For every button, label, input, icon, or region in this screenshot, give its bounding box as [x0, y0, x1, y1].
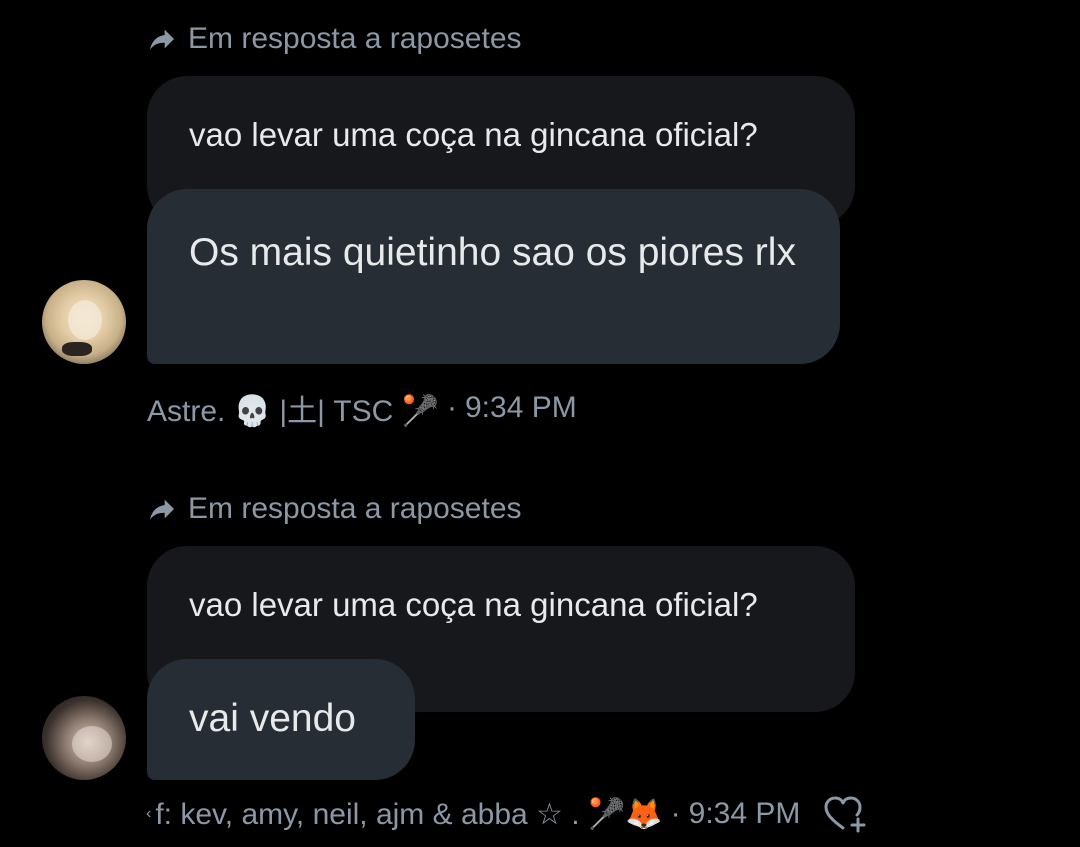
reply-context-label: Em resposta a raposetes [188, 492, 522, 525]
quoted-message-text: vao levar uma coça na gincana oficial? [189, 116, 758, 153]
message-bubble[interactable]: Os mais quietinho sao os piores rlx [147, 189, 840, 364]
sender-name[interactable]: f: kev, amy, neil, ajm & abba ☆ . 🥍🦊 [155, 797, 662, 832]
sender-name[interactable]: Astre. 💀 |土| TSC 🥍 [147, 386, 439, 430]
quoted-message-text: vao levar uma coça na gincana oficial? [189, 586, 758, 623]
meta-separator: · [447, 391, 457, 424]
reply-arrow-icon [146, 493, 178, 525]
author-prefix: ‹ [146, 805, 152, 822]
avatar[interactable] [42, 696, 126, 780]
avatar[interactable] [42, 280, 126, 364]
message-time: 9:34 PM [465, 391, 577, 424]
message-time: 9:34 PM [688, 797, 801, 830]
reply-context-label: Em resposta a raposetes [188, 22, 522, 55]
reply-context[interactable]: Em resposta a raposetes [146, 22, 522, 56]
reply-context[interactable]: Em resposta a raposetes [146, 492, 522, 526]
message-meta: ‹ f: kev, amy, neil, ajm & abba ☆ . 🥍🦊 ·… [146, 794, 868, 834]
message-bubble[interactable]: vai vendo [147, 659, 415, 780]
meta-separator: · [670, 797, 681, 830]
message-meta: Astre. 💀 |土| TSC 🥍 · 9:34 PM [147, 386, 577, 430]
heart-plus-icon[interactable] [800, 794, 868, 834]
message-text: Os mais quietinho sao os piores rlx [189, 231, 796, 274]
dm-thread: Em resposta a raposetes vao levar uma co… [0, 0, 1080, 847]
message-text: vai vendo [189, 697, 356, 740]
reply-arrow-icon [146, 23, 178, 55]
